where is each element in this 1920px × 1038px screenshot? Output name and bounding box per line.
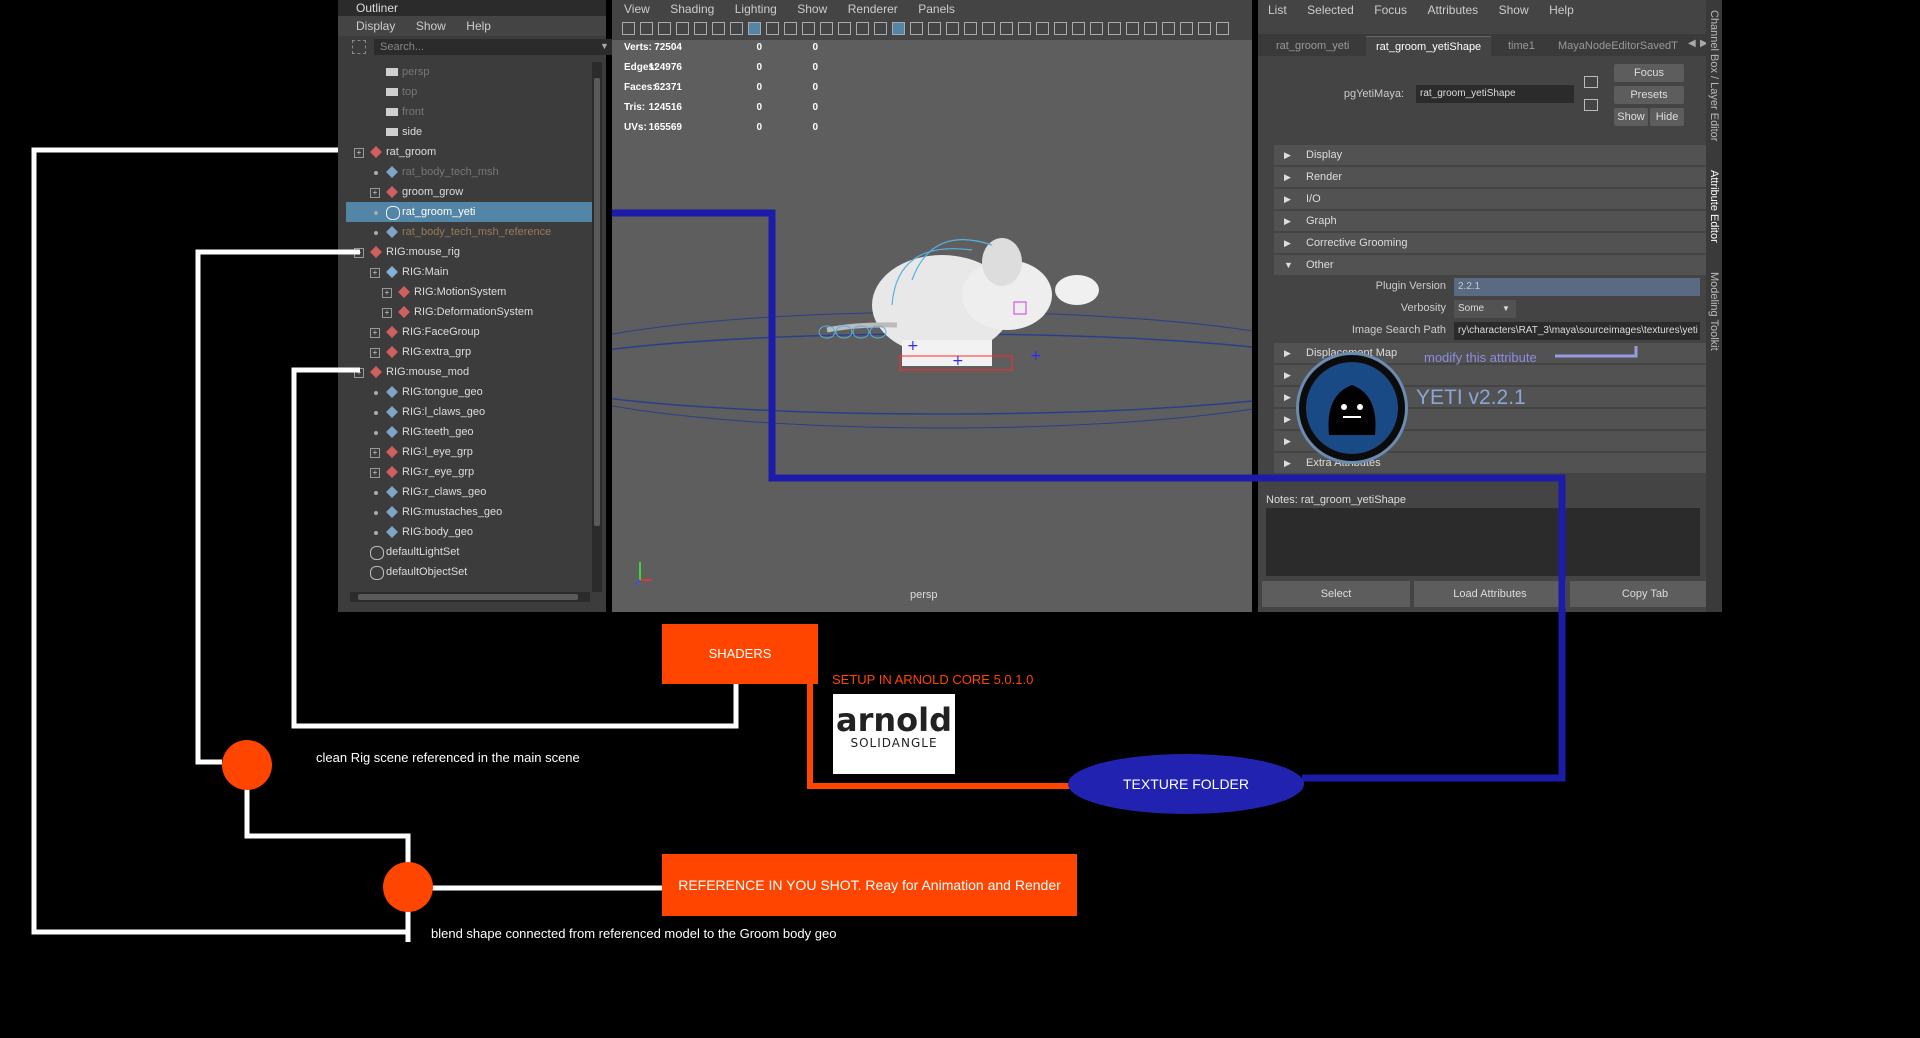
yeti-logo (1296, 352, 1408, 464)
blend-shape-note: blend shape connected from referenced mo… (431, 926, 837, 941)
arnold-logo-text: arnold (835, 701, 952, 739)
texture-folder-ellipse: TEXTURE FOLDER (1068, 754, 1304, 814)
arnold-logo: arnold SOLIDANGLE (833, 694, 955, 774)
dot-to-dot-connector (244, 786, 411, 942)
rat-groom-connector (31, 147, 408, 935)
shot-junction-dot (383, 862, 433, 912)
shaders-box: SHADERS (662, 624, 818, 684)
texture-path-connector (612, 209, 1566, 782)
clean-rig-note: clean Rig scene referenced in the main s… (316, 750, 580, 765)
mouse-rig-connector (195, 249, 360, 765)
yeti-monster-icon (1306, 362, 1398, 454)
rig-junction-dot (222, 740, 272, 790)
solidangle-logo-text: SOLIDANGLE (850, 736, 938, 750)
modify-attribute-note: modify this attribute (1424, 350, 1537, 365)
reference-shot-box: REFERENCE IN YOU SHOT. Reay for Animatio… (662, 854, 1077, 916)
yeti-version-label: YETI v2.2.1 (1416, 386, 1526, 409)
modify-note-pointer (1555, 346, 1638, 358)
arnold-setup-label: SETUP IN ARNOLD CORE 5.0.1.0 (832, 672, 1034, 687)
